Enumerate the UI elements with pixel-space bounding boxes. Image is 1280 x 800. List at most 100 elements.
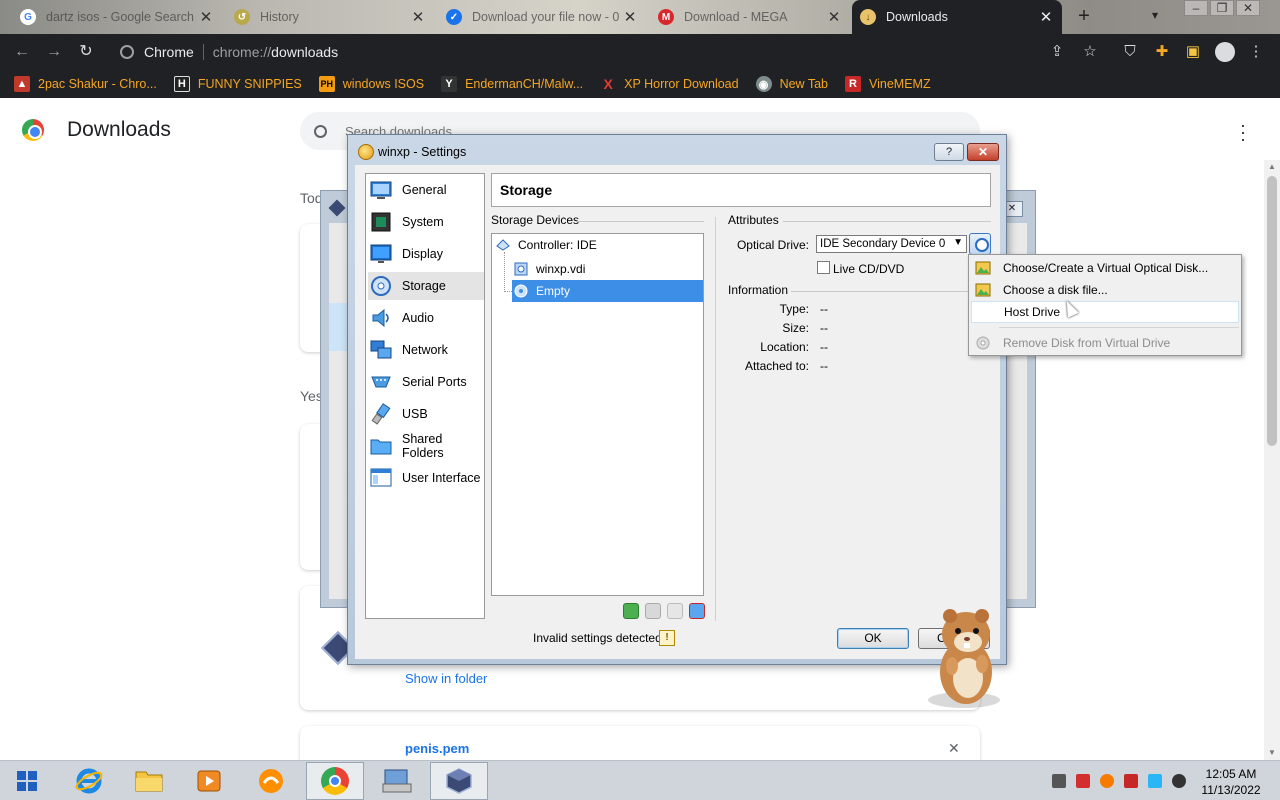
side-panel-icon[interactable]: ▣ xyxy=(1183,42,1203,62)
taskbar-onscreen-keyboard[interactable] xyxy=(368,762,426,800)
remove-download-icon[interactable]: ✕ xyxy=(948,740,960,757)
minimize-icon[interactable]: – xyxy=(1184,0,1208,16)
live-cd-checkbox[interactable] xyxy=(817,261,830,274)
info-attached-label: Attached to: xyxy=(744,359,809,373)
forward-icon[interactable]: → xyxy=(44,42,64,62)
start-button[interactable] xyxy=(0,762,54,800)
tab-mega[interactable]: M Download - MEGA ✕ xyxy=(650,0,850,34)
warning-icon[interactable]: ! xyxy=(659,630,675,646)
tray-volume-icon[interactable] xyxy=(1172,774,1186,788)
category-network[interactable]: Network xyxy=(368,336,484,364)
taskbar-clock[interactable]: 12:05 AM 11/13/2022 xyxy=(1196,766,1266,798)
profile-avatar-icon[interactable] xyxy=(1215,42,1235,62)
dialog-title: winxp - Settings xyxy=(378,145,467,159)
tray-vivaldi-icon[interactable] xyxy=(1076,774,1090,788)
add-attachment-icon[interactable] xyxy=(645,603,661,619)
file-name-link[interactable]: penis.pem xyxy=(405,741,469,756)
pane-title: Storage xyxy=(491,173,991,207)
optical-drive-select[interactable]: IDE Secondary Device 0 ▼ xyxy=(816,235,967,253)
back-icon[interactable]: ← xyxy=(12,42,32,62)
tab-close-icon[interactable]: ✕ xyxy=(410,8,426,26)
chevron-down-icon: ▼ xyxy=(953,237,963,248)
tray-flag-icon[interactable] xyxy=(1124,774,1138,788)
tab-close-icon[interactable]: ✕ xyxy=(826,8,842,26)
add-controller-icon[interactable] xyxy=(623,603,639,619)
uc-browser-icon xyxy=(259,769,283,793)
tab-close-icon[interactable]: ✕ xyxy=(1038,8,1054,26)
info-location-value: -- xyxy=(820,340,828,354)
bookmark-vinememz[interactable]: R VineMEMZ xyxy=(845,76,931,92)
bookmark-new-tab[interactable]: ◉ New Tab xyxy=(755,76,828,92)
show-in-folder-link[interactable]: Show in folder xyxy=(405,671,487,686)
bookmark-star-icon[interactable]: ☆ xyxy=(1080,42,1100,62)
optical-drive-menu: Choose/Create a Virtual Optical Disk... … xyxy=(968,254,1242,356)
bookmark-r-icon: R xyxy=(845,76,861,92)
dialog-close-button[interactable]: ✕ xyxy=(967,143,999,161)
tree-disk-winxp[interactable]: winxp.vdi xyxy=(514,258,701,280)
storage-icon xyxy=(371,276,391,296)
menu-remove-disk[interactable]: Remove Disk from Virtual Drive xyxy=(971,332,1239,354)
scrollbar-thumb[interactable] xyxy=(1267,176,1277,446)
tab-search-chevron-icon[interactable]: ▾ xyxy=(1152,8,1158,22)
bookmark-endermanch[interactable]: Y EndermanCH/Malw... xyxy=(441,76,583,92)
remove-attachment-icon[interactable] xyxy=(667,603,683,619)
menu-choose-disk-file[interactable]: Choose a disk file... xyxy=(971,279,1239,301)
help-button[interactable]: ? xyxy=(934,143,964,161)
ok-button[interactable]: OK xyxy=(837,628,909,649)
clock-date: 11/13/2022 xyxy=(1201,783,1261,797)
category-audio[interactable]: Audio xyxy=(368,304,484,332)
hamster-mascot-icon xyxy=(928,609,1000,708)
menu-choose-create-virtual-disk[interactable]: Choose/Create a Virtual Optical Disk... xyxy=(971,257,1239,279)
category-user-interface[interactable]: User Interface xyxy=(368,464,484,492)
extensions-puzzle-icon[interactable]: ✚ xyxy=(1152,42,1172,62)
taskbar-chrome[interactable] xyxy=(306,762,364,800)
category-usb[interactable]: USB xyxy=(368,400,484,428)
category-display[interactable]: Display xyxy=(368,240,484,268)
menu-host-drive[interactable]: Host Drive xyxy=(971,301,1239,323)
tab-close-icon[interactable]: ✕ xyxy=(622,8,638,26)
category-serial-ports[interactable]: Serial Ports xyxy=(368,368,484,396)
disk-file-icon xyxy=(975,283,991,297)
tab-downloads[interactable]: ↓ Downloads ✕ xyxy=(852,0,1062,34)
settings-category-list: General System Display Storage Audio Net… xyxy=(365,173,485,619)
page-scrollbar[interactable]: ▲ ▼ xyxy=(1264,160,1280,760)
tray-network-icon[interactable] xyxy=(1148,774,1162,788)
manager-selected-vm[interactable] xyxy=(329,303,349,351)
shield-extension-icon[interactable]: ⛉ xyxy=(1120,42,1140,62)
tray-app-icon[interactable] xyxy=(1052,774,1066,788)
more-options-icon[interactable]: · · · xyxy=(1240,116,1246,148)
taskbar-internet-explorer[interactable] xyxy=(60,762,118,800)
tray-search-icon[interactable] xyxy=(1100,774,1114,788)
restore-icon[interactable]: ❐ xyxy=(1210,0,1234,16)
separator xyxy=(783,221,991,222)
tab-history[interactable]: ↺ History ✕ xyxy=(226,0,434,34)
virtualbox-icon xyxy=(328,199,346,217)
remove-controller-icon[interactable] xyxy=(689,603,705,619)
taskbar-virtualbox[interactable] xyxy=(430,762,488,800)
tab-download-file[interactable]: ✓ Download your file now - 0 ✕ xyxy=(438,0,646,34)
bookmark-2pac[interactable]: ▲ 2pac Shakur - Chro... xyxy=(14,76,157,92)
taskbar-uc-browser[interactable] xyxy=(242,762,300,800)
choose-disk-button[interactable] xyxy=(969,233,991,255)
bookmark-windows-isos[interactable]: PH windows ISOS xyxy=(318,76,424,92)
bookmark-xp-horror[interactable]: X XP Horror Download xyxy=(600,76,739,92)
tree-connector xyxy=(504,252,512,292)
tab-close-icon[interactable]: ✕ xyxy=(198,8,214,26)
close-window-icon[interactable]: ✕ xyxy=(1236,0,1260,16)
new-tab-button[interactable]: + xyxy=(1073,5,1095,27)
category-storage[interactable]: Storage xyxy=(368,272,484,300)
keyboard-icon xyxy=(382,769,412,793)
taskbar-file-explorer[interactable] xyxy=(120,762,178,800)
tab-google-search[interactable]: G dartz isos - Google Search ✕ xyxy=(12,0,222,34)
bookmark-funny-snippies[interactable]: H FUNNY SNIPPIES xyxy=(173,76,302,92)
tree-controller-ide[interactable]: Controller: IDE xyxy=(496,234,701,256)
address-bar[interactable]: Chrome chrome://downloads xyxy=(108,38,1108,66)
category-system[interactable]: System xyxy=(368,208,484,236)
category-shared-folders[interactable]: Shared Folders xyxy=(368,432,484,460)
taskbar-media-player[interactable] xyxy=(180,762,238,800)
tree-optical-empty[interactable]: Empty xyxy=(512,280,703,302)
share-icon[interactable]: ⇪ xyxy=(1047,42,1067,62)
category-general[interactable]: General xyxy=(368,176,484,204)
menu-kebab-icon[interactable]: ⋮ xyxy=(1246,42,1266,62)
reload-icon[interactable]: ↻ xyxy=(76,42,96,62)
